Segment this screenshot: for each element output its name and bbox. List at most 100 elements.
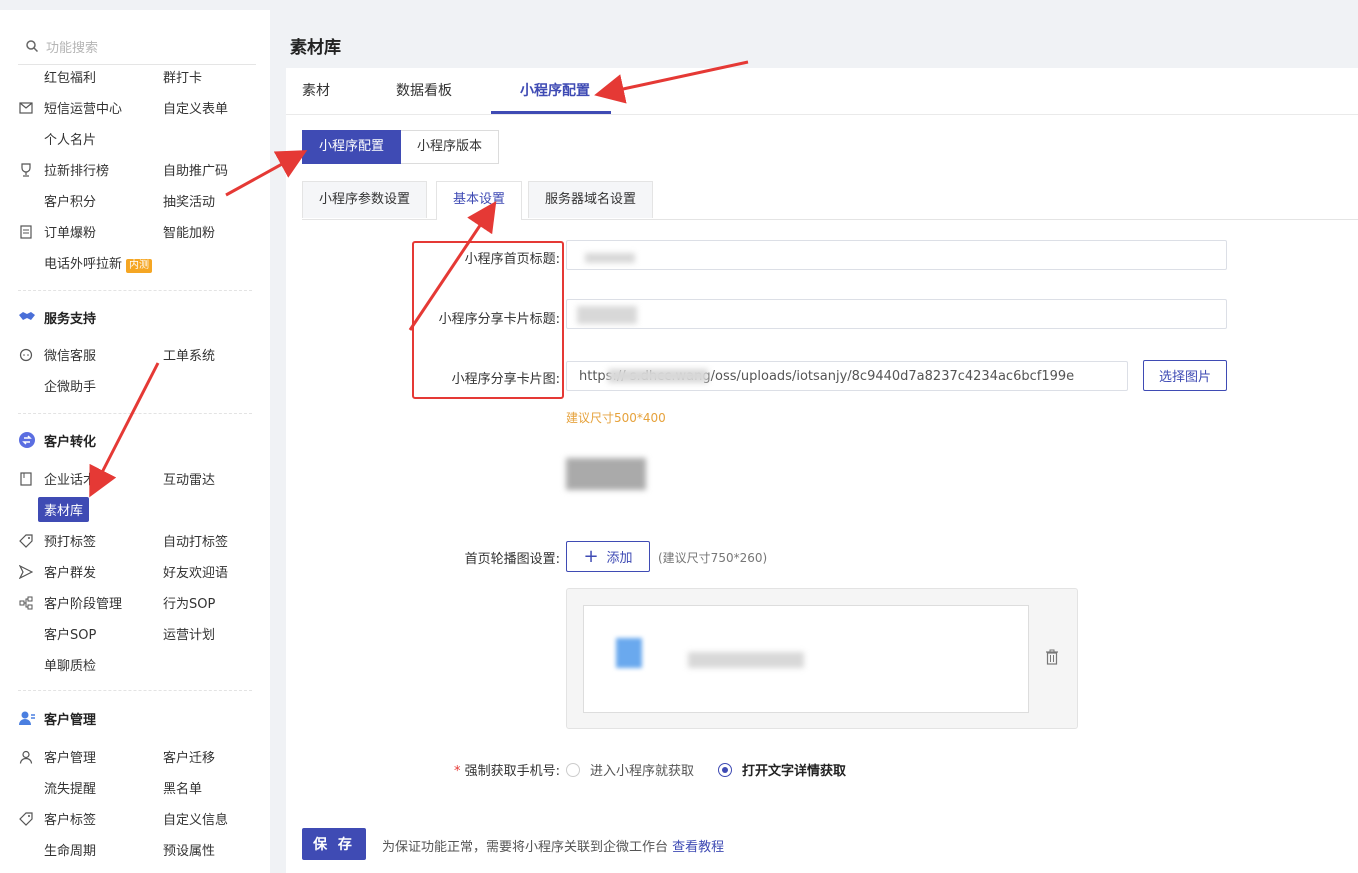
phone-label: * 强制获取手机号: [380,760,560,779]
sidebar-row: 个人名片 [18,123,258,154]
sidebar-item-sms[interactable]: 短信运营中心 [44,98,122,117]
sidebar-item-ranking[interactable]: 拉新排行榜 [44,160,109,179]
sidebar-item-promo-code[interactable]: 自助推广码 [163,160,228,179]
sidebar-item-phone-call[interactable]: 电话外呼拉新 内测 [44,253,153,273]
blurred-caption [688,652,804,668]
radio-detail-get[interactable]: 打开文字详情获取 [718,760,846,779]
carousel-thumbnail [612,632,648,674]
subtab-params[interactable]: 小程序参数设置 [302,181,428,218]
sidebar-item-preset-attr[interactable]: 预设属性 [163,840,215,859]
sidebar-item-behavior-sop[interactable]: 行为SOP [163,593,215,612]
sidebar-item-order-fans[interactable]: 订单爆粉 [44,222,96,241]
sidebar-item-customer-tag[interactable]: 客户标签 [44,809,96,828]
sidebar-row: 企微助手 [18,370,258,401]
tutorial-link[interactable]: 查看教程 [672,840,724,855]
sidebar-row: 订单爆粉 智能加粉 [18,216,258,247]
plus-icon: + [583,545,599,567]
sidebar-row: 企业话术库 互动雷达 [18,463,258,494]
share-image-preview [566,458,646,490]
sidebar-row: 客户标签 自定义信息 [18,803,258,834]
sidebar-item-stage[interactable]: 客户阶段管理 [44,593,122,612]
sidebar-item-material-lib[interactable]: 素材库 [38,497,90,522]
sidebar-row: 短信运营中心 自定义表单 [18,92,258,123]
sidebar-item-custom-form[interactable]: 自定义表单 [163,98,228,117]
sidebar-item-churn[interactable]: 流失提醒 [44,778,96,797]
tag-icon [18,811,34,827]
segment-config[interactable]: 小程序配置 [302,130,402,164]
segment-control: 小程序配置 小程序版本 [302,130,500,164]
search-box[interactable]: 功能搜索 [18,28,256,65]
sidebar-item-pre-tag[interactable]: 预打标签 [44,531,96,550]
sidebar-item-quality[interactable]: 单聊质检 [44,655,96,674]
sidebar-row: 流失提醒 黑名单 [18,772,258,803]
search-icon [26,40,38,52]
sidebar-item-auto-tag[interactable]: 自动打标签 [163,531,228,550]
sidebar-item-customer-sop[interactable]: 客户SOP [44,624,96,643]
top-strip [0,0,1358,10]
sidebar-item-smart-add[interactable]: 智能加粉 [163,222,215,241]
handshake-icon [19,312,35,320]
radio-label: 进入小程序就获取 [590,764,695,779]
tab-miniprogram-config[interactable]: 小程序配置 [520,80,590,100]
share-title-label: 小程序分享卡片标题: [438,312,560,327]
required-mark: * [453,764,461,779]
sidebar-item-ops-plan[interactable]: 运营计划 [163,624,215,643]
flow-icon [18,595,34,611]
save-note: 为保证功能正常，需要将小程序关联到企微工作台 查看教程 [382,836,724,855]
blurred-url [608,369,708,383]
sidebar-item-blacklist[interactable]: 黑名单 [163,778,202,797]
sidebar-item-broadcast[interactable]: 客户群发 [44,562,96,581]
tag-icon [18,533,34,549]
tab-dashboard[interactable]: 数据看板 [396,80,452,100]
sidebar-item-radar[interactable]: 互动雷达 [163,469,215,488]
sidebar-item-group-checkin[interactable]: 群打卡 [163,67,202,86]
sidebar-row: 客户阶段管理 行为SOP [18,587,258,618]
sidebar-row: 客户积分 抽奖活动 [18,185,258,216]
page-title: 素材库 [290,38,341,58]
sidebar-item-migrate[interactable]: 客户迁移 [163,747,215,766]
tab-material[interactable]: 素材 [302,80,330,100]
home-title-input[interactable] [566,240,1227,270]
sidebar-item-customers[interactable]: 客户管理 [44,747,96,766]
blurred-value [585,253,635,263]
subtab-basic[interactable]: 基本设置 [436,181,523,220]
sidebar-row: 预打标签 自动打标签 [18,525,258,556]
segment-version[interactable]: 小程序版本 [401,130,500,164]
phone-label-text: 强制获取手机号: [464,764,560,779]
share-title-input[interactable] [566,299,1227,329]
divider [18,290,252,291]
book-icon [18,471,34,487]
mail-icon [18,100,34,116]
sidebar-item-welcome[interactable]: 好友欢迎语 [163,562,228,581]
users-icon [19,711,35,725]
add-carousel-button[interactable]: + 添加 [566,541,650,572]
section-convert: 客户转化 [18,426,258,454]
sidebar-item-assistant[interactable]: 企微助手 [44,376,96,395]
share-image-label: 小程序分享卡片图: [451,372,560,387]
sidebar-item-wechat-service[interactable]: 微信客服 [44,345,96,364]
sidebar: 功能搜索 红包福利 群打卡 短信运营中心 自定义表单 个人名片 拉新排行榜 自助… [0,10,270,873]
sidebar-item-points[interactable]: 客户积分 [44,191,96,210]
sidebar-item-script-lib[interactable]: 企业话术库 [44,469,109,488]
carousel-size-hint: (建议尺寸750*260) [658,551,768,565]
carousel-label: 首页轮播图设置: [464,552,560,567]
trash-icon[interactable] [1045,649,1059,665]
sidebar-item-custom-info[interactable]: 自定义信息 [163,809,228,828]
choose-image-button[interactable]: 选择图片 [1143,360,1227,391]
sidebar-item-lottery[interactable]: 抽奖活动 [163,191,215,210]
sidebar-item-business-card[interactable]: 个人名片 [44,129,96,148]
convert-icon [19,432,35,448]
section-title: 服务支持 [44,311,97,327]
sub-tabs: 小程序参数设置 基本设置 服务器域名设置 [302,181,1358,220]
sidebar-item-red-packet[interactable]: 红包福利 [44,67,96,86]
sidebar-item-ticket[interactable]: 工单系统 [163,345,215,364]
subtab-domain[interactable]: 服务器域名设置 [528,181,654,218]
radio-enter-get[interactable]: 进入小程序就获取 [566,760,694,779]
note-text: 为保证功能正常，需要将小程序关联到企微工作台 [382,840,669,855]
order-icon [18,224,34,240]
search-input[interactable]: 功能搜索 [46,37,98,56]
section-title: 客户管理 [44,712,97,728]
sidebar-item-lifecycle[interactable]: 生命周期 [44,840,96,859]
beta-badge: 内测 [126,258,153,273]
save-button[interactable]: 保 存 [302,828,366,860]
